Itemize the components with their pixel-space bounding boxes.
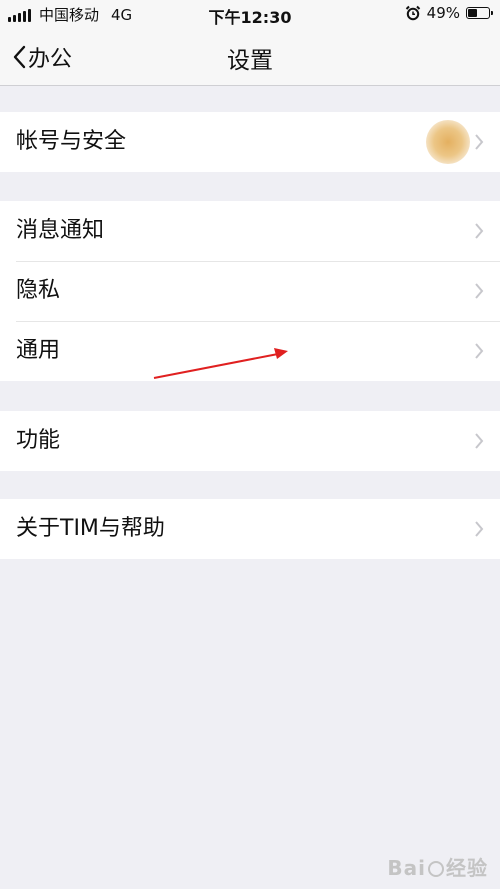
battery-level [468,9,477,17]
nav-bar: 办公 设置 [0,28,500,86]
settings-group-general: 消息通知 隐私 通用 [0,201,500,381]
watermark: Bai 经验 [387,852,488,881]
watermark-brand: Bai [387,856,426,880]
page-title: 设置 [227,48,273,74]
settings-item-label: 隐私 [16,278,61,303]
chevron-right-icon [475,433,484,449]
settings-group-features: 功能 [0,411,500,471]
status-left: 中国移动 4G [8,4,132,25]
settings-group-about: 关于TIM与帮助 [0,499,500,559]
chevron-right-icon [475,223,484,239]
settings-item-notifications[interactable]: 消息通知 [0,201,500,261]
chevron-left-icon [13,45,26,69]
signal-icon [8,8,33,22]
chevron-right-icon [475,521,484,537]
chevron-right-icon [475,134,484,150]
settings-item-privacy[interactable]: 隐私 [0,261,500,321]
settings-item-label: 消息通知 [16,218,105,243]
battery-percent: 49% [426,4,460,22]
back-label: 办公 [28,47,73,72]
back-button[interactable]: 办公 [12,41,72,73]
alarm-icon [405,5,420,21]
settings-item-general[interactable]: 通用 [0,321,500,381]
watermark-suffix: 经验 [446,856,488,880]
status-bar: 中国移动 4G 下午12:30 49% [0,0,500,28]
battery-icon [466,7,493,19]
settings-item-account-security[interactable]: 帐号与安全 [0,112,500,172]
avatar [426,120,470,164]
settings-group-account: 帐号与安全 [0,112,500,172]
settings-item-label: 功能 [16,428,61,453]
network-type: 4G [111,5,133,24]
chevron-right-icon [475,283,484,299]
settings-item-about-help[interactable]: 关于TIM与帮助 [0,499,500,559]
settings-item-label: 帐号与安全 [16,129,127,154]
paw-icon [428,861,444,877]
settings-item-label: 关于TIM与帮助 [16,516,165,541]
status-right: 49% [405,4,493,22]
carrier-name: 中国移动 [39,6,100,24]
chevron-right-icon [475,343,484,359]
settings-item-label: 通用 [16,338,61,363]
settings-item-features[interactable]: 功能 [0,411,500,471]
